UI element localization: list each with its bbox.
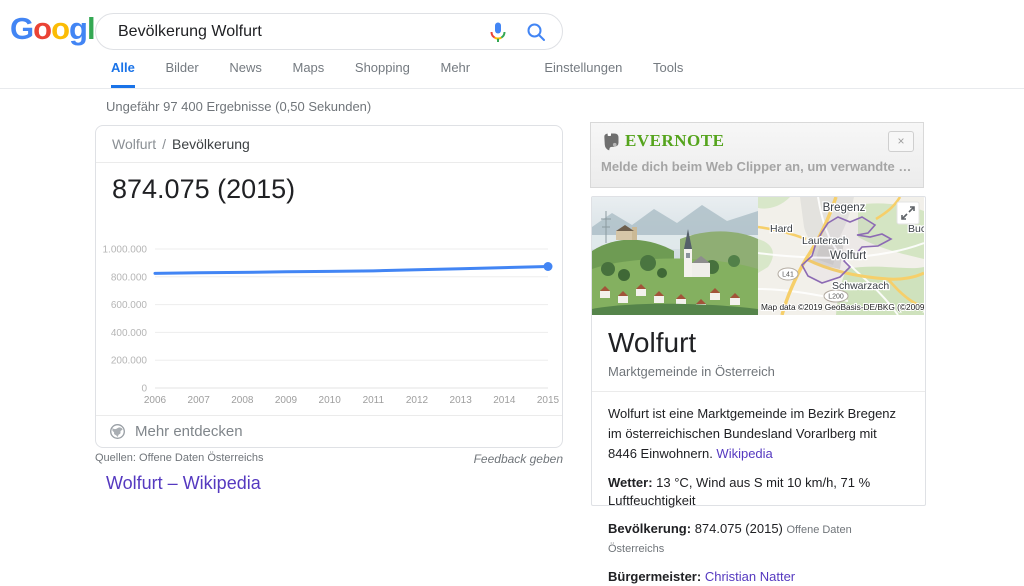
svg-text:2011: 2011 — [363, 395, 385, 406]
population-chart: 0 200.000 400.000 600.000 800.000 1.000.000 20… — [101, 236, 560, 414]
svg-text:2014: 2014 — [493, 395, 516, 406]
evernote-message: Melde dich beim Web Clipper an, um verwa… — [601, 159, 917, 174]
answer-card-breadcrumb: Wolfurt / Bevölkerung — [96, 126, 562, 163]
svg-text:2009: 2009 — [275, 395, 298, 406]
road-shield-l200: L200 — [828, 294, 844, 301]
map-label-wolfurt: Wolfurt — [830, 250, 867, 262]
knowledge-panel-media: L41 L200 Bregenz Hard Lauterach Wolfurt … — [592, 197, 925, 315]
breadcrumb-entity[interactable]: Wolfurt — [112, 136, 156, 152]
fact-weather: Wetter: 13 °C, Wind aus S mit 10 km/h, 7… — [608, 474, 909, 510]
road-shield-l41: L41 — [782, 272, 794, 279]
evernote-logo: EVERNOTE — [601, 131, 724, 151]
svg-text:2006: 2006 — [144, 395, 167, 406]
evernote-wordmark: EVERNOTE — [625, 131, 725, 150]
evernote-elephant-icon — [604, 132, 619, 151]
knowledge-panel-divider — [592, 391, 925, 392]
svg-text:0: 0 — [141, 384, 147, 395]
microphone-icon[interactable] — [486, 20, 510, 44]
knowledge-panel-title: Wolfurt — [608, 327, 697, 358]
map-label-schwarzach: Schwarzach — [832, 280, 889, 292]
knowledge-panel-subtitle: Marktgemeinde in Österreich — [608, 364, 775, 379]
population-headline: 874.075 (2015) — [112, 174, 296, 204]
search-icon[interactable] — [524, 20, 548, 44]
globe-icon — [110, 424, 125, 439]
search-bar[interactable] — [95, 13, 563, 50]
map-label-lauterach: Lauterach — [802, 235, 849, 247]
feedback-link[interactable]: Feedback geben — [474, 452, 563, 466]
mayor-link[interactable]: Christian Natter — [705, 569, 795, 584]
svg-text:2007: 2007 — [188, 395, 211, 406]
tab-bilder[interactable]: Bilder — [165, 60, 198, 85]
knowledge-panel-body: Wolfurt Marktgemeinde in Österreich Wolf… — [592, 315, 925, 586]
explore-more-button[interactable]: Mehr entdecken — [96, 415, 562, 447]
fact-population-label: Bevölkerung: — [608, 521, 692, 536]
fact-population-value: 874.075 (2015) — [691, 521, 787, 536]
result-tabs: Alle Bilder News Maps Shopping Mehr Eins… — [111, 60, 1024, 88]
svg-text:2015: 2015 — [537, 395, 559, 406]
svg-text:2013: 2013 — [450, 395, 473, 406]
population-chart-svg: 0 200.000 400.000 600.000 800.000 1.000.000 20… — [103, 245, 560, 407]
knowledge-panel-description: Wolfurt ist eine Marktgemeinde im Bezirk… — [608, 404, 909, 464]
knowledge-panel: L41 L200 Bregenz Hard Lauterach Wolfurt … — [591, 196, 926, 584]
fact-population: Bevölkerung: 874.075 (2015) Offene Daten… — [608, 520, 909, 558]
map-label-buch: Buch — [908, 223, 924, 235]
wikipedia-link[interactable]: Wikipedia — [716, 446, 772, 461]
fact-mayor: Bürgermeister: Christian Natter — [608, 568, 909, 586]
map-label-hard: Hard — [770, 223, 793, 235]
tab-news[interactable]: News — [229, 60, 262, 85]
tab-tools[interactable]: Tools — [653, 60, 683, 85]
evernote-clipper-banner: EVERNOTE × Melde dich beim Web Clipper a… — [590, 122, 924, 188]
evernote-close-button[interactable]: × — [888, 131, 914, 152]
svg-text:1.000.000: 1.000.000 — [103, 245, 148, 256]
svg-text:2008: 2008 — [231, 395, 254, 406]
map-label-bregenz: Bregenz — [823, 202, 866, 214]
results-stats: Ungefähr 97 400 Ergebnisse (0,50 Sekunde… — [106, 99, 372, 114]
svg-text:600.000: 600.000 — [111, 300, 148, 311]
svg-text:2012: 2012 — [406, 395, 429, 406]
tab-alle[interactable]: Alle — [111, 60, 135, 88]
result-link-wolfurt-wikipedia[interactable]: Wolfurt – Wikipedia — [106, 473, 261, 494]
breadcrumb-metric: Bevölkerung — [171, 136, 250, 152]
expand-map-icon[interactable] — [896, 201, 920, 225]
explore-more-label: Mehr entdecken — [135, 423, 243, 440]
tab-einstellungen[interactable]: Einstellungen — [544, 60, 622, 85]
svg-text:2010: 2010 — [319, 395, 342, 406]
svg-text:200.000: 200.000 — [111, 356, 148, 367]
fact-mayor-label: Bürgermeister: — [608, 569, 702, 584]
tab-maps[interactable]: Maps — [292, 60, 324, 85]
breadcrumb-separator: / — [162, 136, 166, 152]
sources-label: Quellen: Offene Daten Österreichs — [95, 452, 264, 464]
answer-source-row: Feedback geben Quellen: Offene Daten Öst… — [95, 452, 563, 466]
header-divider — [0, 88, 1024, 89]
tab-shopping[interactable]: Shopping — [355, 60, 410, 85]
wolfurt-photo[interactable] — [592, 197, 758, 315]
population-answer-card: Wolfurt / Bevölkerung 874.075 (2015) 0 200.… — [95, 125, 563, 448]
map-attribution: Map data ©2019 GeoBasis-DE/BKG (©2009) — [761, 302, 924, 312]
search-input[interactable] — [116, 21, 486, 42]
svg-text:400.000: 400.000 — [111, 328, 148, 339]
fact-weather-label: Wetter: — [608, 475, 653, 490]
svg-text:800.000: 800.000 — [111, 272, 148, 283]
wolfurt-map[interactable]: L41 L200 Bregenz Hard Lauterach Wolfurt … — [758, 197, 924, 315]
tab-mehr[interactable]: Mehr — [440, 60, 470, 85]
